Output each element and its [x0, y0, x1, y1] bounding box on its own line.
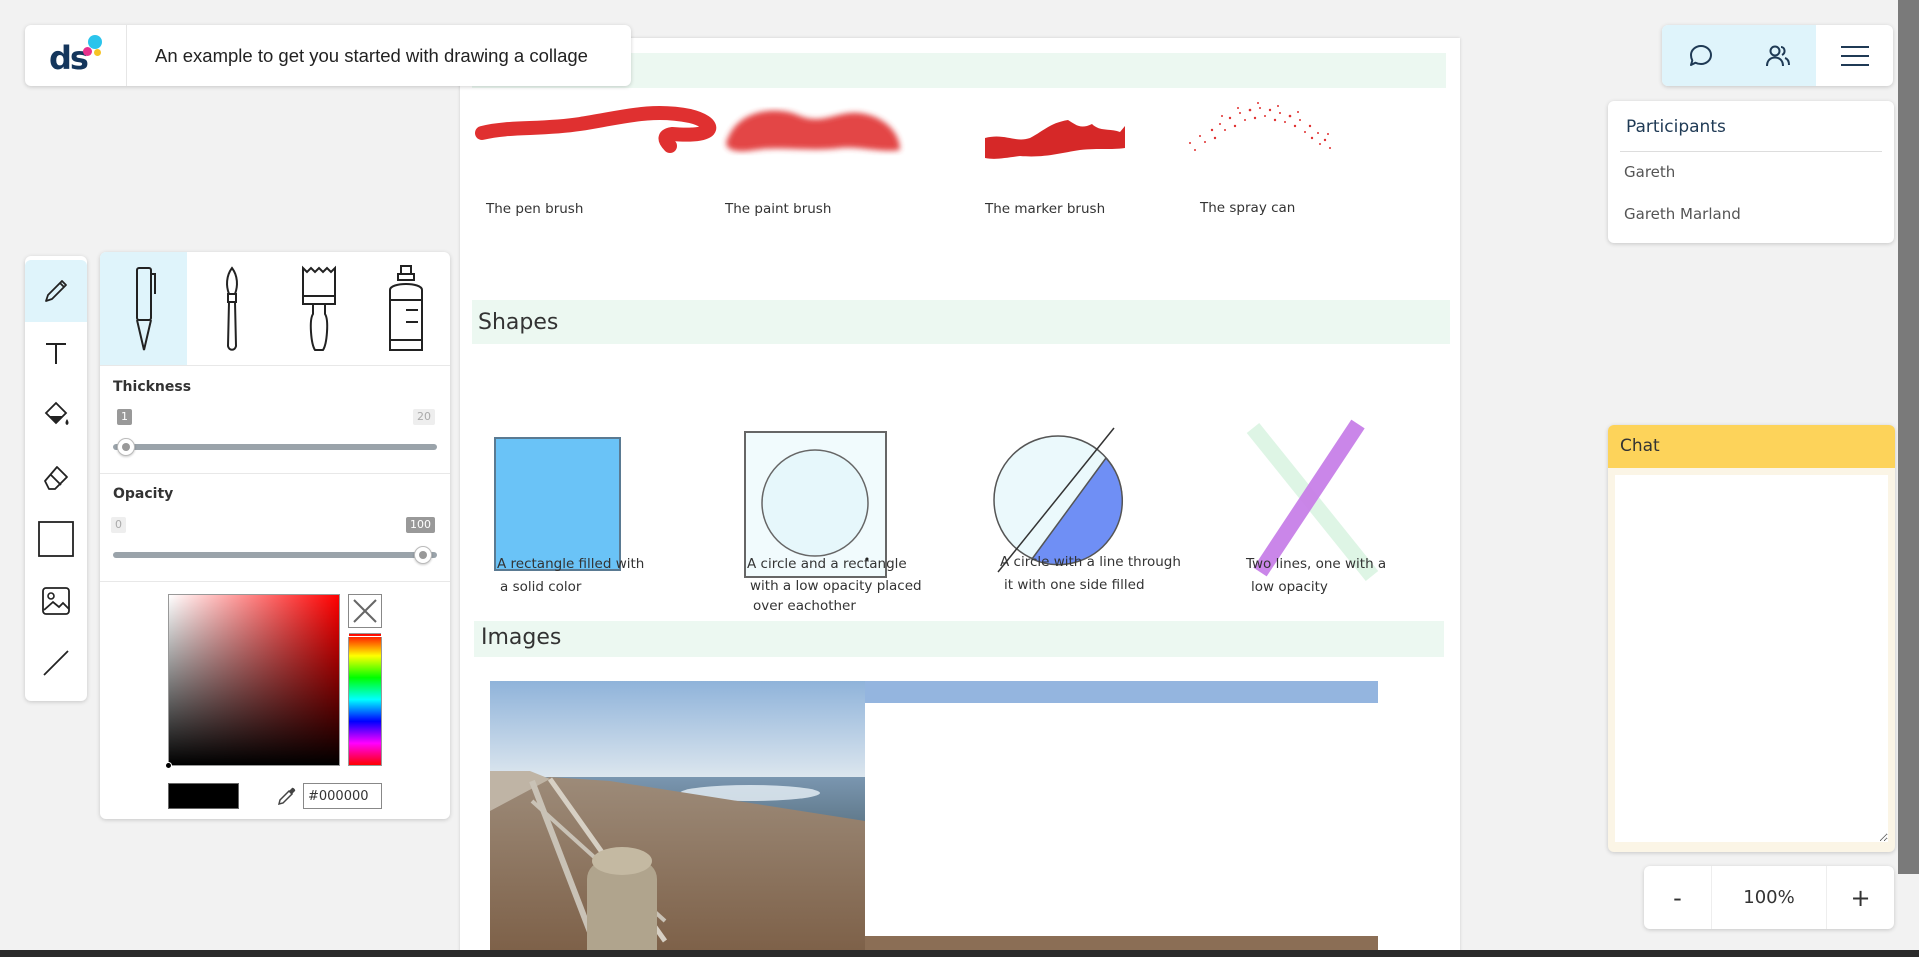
pencil-icon	[45, 280, 67, 302]
shapes-section-band	[472, 300, 1450, 344]
beach-photo	[490, 681, 865, 957]
logo-text: ds	[49, 39, 89, 77]
thickness-slider-handle[interactable]	[117, 438, 135, 456]
opacity-label: Opacity	[113, 486, 174, 502]
thickness-max-label: 20	[413, 409, 435, 425]
pen-icon	[135, 266, 156, 350]
zoom-in-button[interactable]: +	[1827, 866, 1894, 929]
participants-title: Participants	[1626, 117, 1726, 137]
chat-header: Chat	[1608, 425, 1895, 468]
zoom-out-button[interactable]: -	[1644, 866, 1711, 929]
close-icon	[353, 599, 377, 623]
tool-toolbar	[25, 256, 87, 701]
paint-brush-button[interactable]	[188, 252, 275, 365]
eraser-icon	[44, 466, 68, 490]
participant-item: Gareth	[1624, 163, 1676, 181]
paint-brush-caption: The paint brush	[725, 201, 832, 217]
circle-line-caption: A circle with a line through it with one…	[1000, 554, 1181, 593]
chat-panel: Chat	[1608, 425, 1895, 852]
participants-divider	[1620, 151, 1882, 152]
pen-stroke	[475, 106, 717, 153]
pencil-tool-button[interactable]	[25, 260, 87, 322]
thickness-min-label: 1	[117, 409, 132, 425]
bottom-edge-bar	[0, 950, 1919, 957]
opacity-min-label: 0	[111, 517, 126, 533]
current-color-swatch	[168, 783, 239, 809]
clear-color-button[interactable]	[348, 594, 382, 628]
line-icon	[43, 650, 69, 676]
images-section-band	[474, 621, 1444, 657]
zoom-control: - 100% +	[1644, 866, 1894, 929]
opacity-max-label: 100	[406, 517, 435, 533]
marker-brush-button[interactable]	[275, 252, 362, 365]
rectangle-icon	[38, 521, 74, 557]
chat-title: Chat	[1620, 436, 1660, 456]
chat-icon	[1689, 44, 1712, 66]
images-title: Images	[481, 625, 562, 650]
paint-stroke	[726, 110, 900, 152]
eraser-tool-button[interactable]	[25, 446, 87, 508]
fill-tool-button[interactable]	[25, 384, 87, 446]
pen-brush-button[interactable]	[100, 252, 187, 365]
circle-rectangle-caption: A circle and a rectangle with a low opac…	[747, 556, 922, 614]
line-tool-button[interactable]	[25, 632, 87, 694]
spray-can-button[interactable]	[362, 252, 449, 365]
rectangle-caption: A rectangle filled with a solid color	[497, 556, 645, 595]
thickness-slider[interactable]	[113, 444, 437, 450]
saturation-picker[interactable]	[165, 594, 340, 769]
main-menu-button[interactable]	[1816, 25, 1893, 86]
thickness-label: Thickness	[113, 379, 192, 395]
hue-slider[interactable]	[348, 632, 382, 766]
hex-color-input[interactable]	[303, 783, 382, 809]
hue-slider-handle[interactable]	[348, 632, 382, 637]
fill-icon	[44, 401, 69, 425]
participants-panel: Participants Gareth Gareth Marland	[1608, 101, 1894, 243]
chat-toggle-button[interactable]	[1662, 25, 1739, 86]
color-picker-cursor	[165, 762, 172, 769]
opacity-slider-handle[interactable]	[414, 546, 432, 564]
spray-stroke	[1189, 102, 1331, 151]
title-card: ds An example to get you started with dr…	[25, 25, 631, 86]
pen-brush-caption: The pen brush	[486, 201, 584, 217]
opacity-slider[interactable]	[113, 552, 437, 558]
logo-dot-pink	[83, 47, 92, 56]
chat-messages	[1615, 475, 1888, 787]
chat-message-input[interactable]	[1615, 770, 1888, 842]
brush-options-panel: Thickness 1 20 Opacity 0 100	[100, 252, 450, 819]
drawing-canvas[interactable]: The pen brush The paint brush The marker…	[460, 38, 1460, 957]
marker-stroke	[985, 120, 1125, 159]
logo-dot-yellow	[94, 49, 101, 56]
document-title: An example to get you started with drawi…	[155, 44, 588, 66]
circle-in-rectangle	[761, 449, 869, 557]
panel-divider	[100, 365, 450, 366]
participants-icon	[1765, 45, 1790, 66]
panel-divider	[100, 473, 450, 474]
eyedropper-button[interactable]	[276, 785, 298, 807]
spray-can-icon	[388, 264, 423, 351]
logo[interactable]: ds	[25, 25, 127, 86]
marker-icon	[301, 265, 336, 351]
top-action-buttons	[1662, 25, 1893, 86]
participant-item: Gareth Marland	[1624, 205, 1741, 223]
zoom-level: 100%	[1711, 866, 1827, 929]
panel-divider	[100, 581, 450, 582]
eyedropper-icon	[277, 787, 296, 806]
image-icon	[42, 587, 70, 615]
participants-toggle-button[interactable]	[1739, 25, 1816, 86]
marker-brush-caption: The marker brush	[985, 201, 1106, 217]
blue-strip-image	[810, 681, 1378, 703]
shapes-title: Shapes	[478, 310, 559, 335]
two-lines-caption: Two lines, one with a low opacity	[1246, 556, 1387, 595]
image-tool-button[interactable]	[25, 570, 87, 632]
spray-can-caption: The spray can	[1200, 200, 1296, 216]
text-icon	[46, 343, 66, 364]
text-tool-button[interactable]	[25, 322, 87, 384]
rectangle-tool-button[interactable]	[25, 508, 87, 570]
paintbrush-icon	[225, 265, 238, 351]
filled-rectangle	[494, 437, 621, 571]
vertical-scrollbar[interactable]	[1898, 0, 1919, 874]
menu-icon	[1840, 45, 1869, 66]
